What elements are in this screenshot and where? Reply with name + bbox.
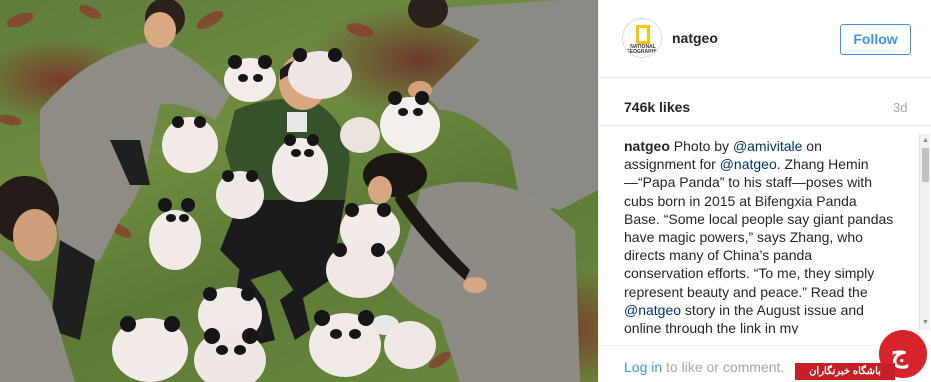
scroll-up-arrow-icon[interactable]: ▲ bbox=[921, 136, 930, 146]
mention-natgeo-2[interactable]: @natgeo bbox=[624, 302, 681, 318]
follow-button[interactable]: Follow bbox=[840, 24, 911, 55]
login-link[interactable]: Log in bbox=[624, 359, 662, 375]
mention-natgeo[interactable]: @natgeo bbox=[720, 156, 777, 172]
scrollbar-thumb[interactable] bbox=[922, 148, 929, 182]
username-link[interactable]: natgeo bbox=[672, 30, 718, 46]
panda-photo-illustration bbox=[0, 0, 598, 382]
likes-count[interactable]: 746k likes bbox=[624, 99, 690, 115]
avatar[interactable]: NATIONAL GEOGRAPHIC bbox=[622, 18, 662, 58]
caption-scrollbar[interactable]: ▲ ▼ bbox=[919, 134, 930, 330]
watermark: ج باشگاه خبرنگاران bbox=[795, 328, 931, 382]
caption-author[interactable]: natgeo bbox=[624, 138, 670, 154]
caption: natgeo Photo by @amivitale on assignment… bbox=[624, 137, 894, 334]
post-timestamp[interactable]: 3d bbox=[893, 100, 907, 115]
scroll-down-arrow-icon[interactable]: ▼ bbox=[921, 318, 930, 328]
post-sidebar: NATIONAL GEOGRAPHIC natgeo Follow 746k l… bbox=[598, 0, 931, 382]
post-photo[interactable] bbox=[0, 0, 598, 382]
avatar-logo-text: NATIONAL GEOGRAPHIC bbox=[625, 44, 661, 55]
mention-amivitale[interactable]: @amivitale bbox=[733, 138, 802, 154]
post-header: NATIONAL GEOGRAPHIC natgeo Follow bbox=[599, 0, 931, 78]
natgeo-logo-icon bbox=[636, 25, 650, 44]
login-prompt: Log in to like or comment. bbox=[624, 359, 784, 375]
login-prompt-text: to like or comment. bbox=[662, 359, 785, 375]
caption-text-3: . Zhang Hemin —“Papa Panda” to his staff… bbox=[624, 156, 894, 300]
divider bbox=[599, 125, 931, 126]
watermark-text: باشگاه خبرنگاران bbox=[795, 363, 895, 380]
caption-text-1: Photo by bbox=[669, 138, 733, 154]
